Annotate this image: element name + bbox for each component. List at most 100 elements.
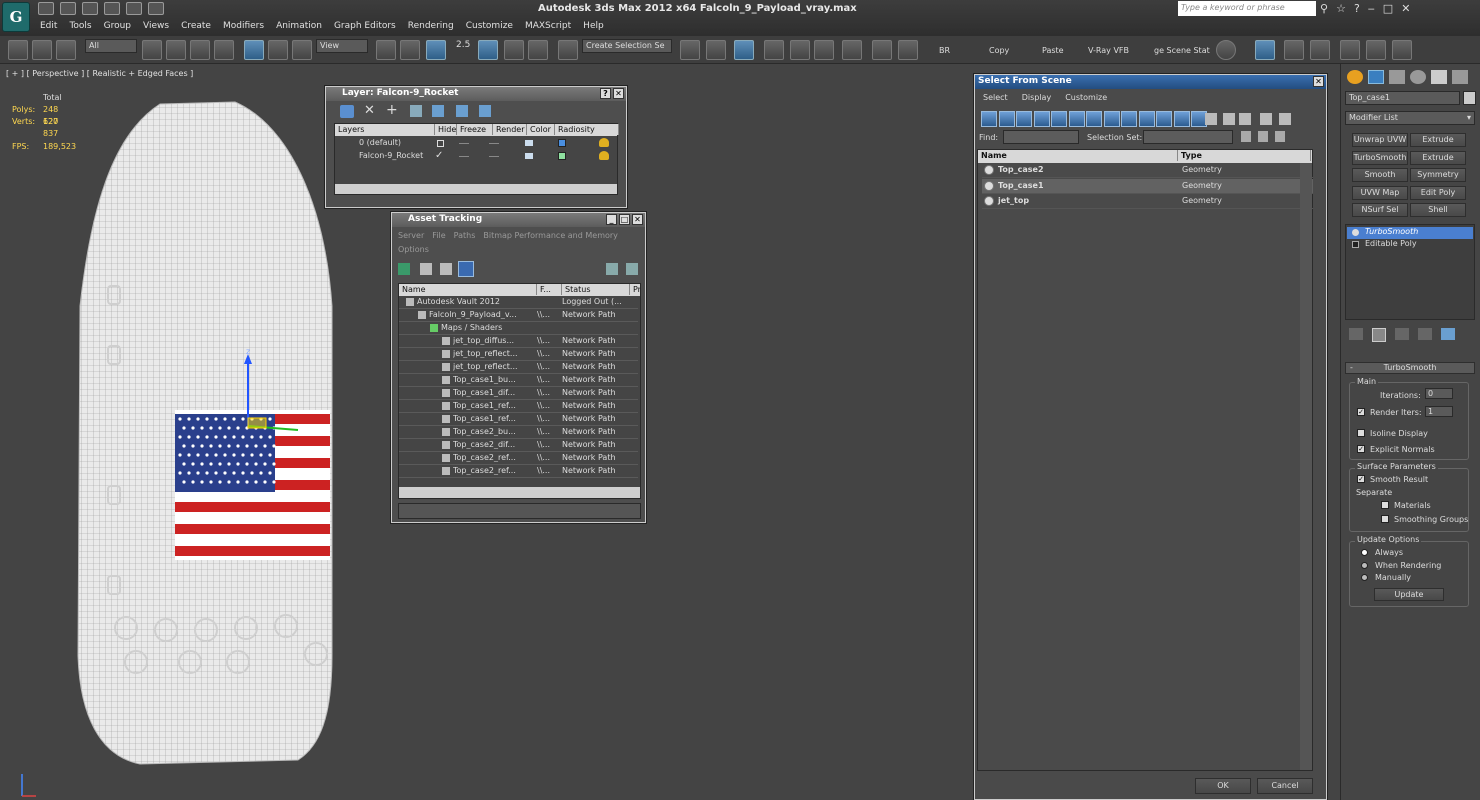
modifier-button-smooth[interactable]: Smooth <box>1352 168 1408 182</box>
asset-row[interactable]: Top_case1_dif... \\... Network Path <box>399 387 638 400</box>
select-from-scene-window[interactable]: Select From Scene ✕ Select Display Customi… <box>974 74 1327 800</box>
sfs-column-type[interactable]: Type <box>1178 150 1311 161</box>
lightbulb-icon[interactable] <box>1352 229 1359 236</box>
sfs-set-icon-1[interactable] <box>1241 131 1251 142</box>
vray-toolbar-icon-1[interactable] <box>1255 40 1275 60</box>
menu-help[interactable]: Help <box>577 19 610 31</box>
materials-checkbox[interactable] <box>1381 501 1389 509</box>
motion-tab-icon[interactable] <box>1410 70 1426 84</box>
graphite-ribbon-icon[interactable] <box>764 40 784 60</box>
undo-icon[interactable] <box>104 2 120 15</box>
sfs-object-row[interactable]: Top_case2 Geometry <box>982 163 1313 178</box>
toolbar-label-vray-vfb[interactable]: V-Ray VFB <box>1088 46 1129 55</box>
viewport-label[interactable]: [ + ] [ Perspective ] [ Realistic + Edge… <box>6 69 193 78</box>
asset-row[interactable]: Top_case2_bu... \\... Network Path <box>399 426 638 439</box>
modifier-list-dropdown[interactable]: Modifier List ▾ <box>1345 111 1475 125</box>
layer-color-swatch[interactable] <box>558 139 566 147</box>
asset-tracking-window[interactable]: Asset Tracking _ □ ✕ Server File Paths Bitmap… <box>391 212 646 523</box>
minimize-icon[interactable]: ‒ <box>1368 2 1375 15</box>
modifier-stack-item[interactable]: Editable Poly <box>1347 239 1473 251</box>
asset-row[interactable]: Top_case1_ref... \\... Network Path <box>399 413 638 426</box>
modifier-stack-item[interactable]: TurboSmooth <box>1347 227 1473 239</box>
sfs-filter-icon-2[interactable] <box>998 111 1015 127</box>
sfs-menu-customize[interactable]: Customize <box>1065 93 1107 102</box>
vray-toolbar-icon-4[interactable] <box>1340 40 1360 60</box>
modifier-button-unwrap-uvw[interactable]: Unwrap UVW <box>1352 133 1408 147</box>
align-icon[interactable] <box>706 40 726 60</box>
make-unique-icon[interactable] <box>1395 328 1409 340</box>
asset-row[interactable]: Autodesk Vault 2012 Logged Out (... <box>399 296 638 309</box>
pivot-center-icon[interactable] <box>376 40 396 60</box>
sfs-menu-display[interactable]: Display <box>1022 93 1052 102</box>
sfs-filter-icon-5[interactable] <box>1051 111 1067 127</box>
rotate-icon[interactable] <box>268 40 288 60</box>
sfs-titlebar[interactable]: Select From Scene ✕ <box>975 75 1326 89</box>
show-end-result-icon[interactable] <box>1372 328 1386 342</box>
layer-column-radiosity[interactable]: Radiosity <box>555 124 619 135</box>
modifier-button-nsurf-sel[interactable]: NSurf Sel <box>1352 203 1408 217</box>
save-file-icon[interactable] <box>82 2 98 15</box>
layer-radiosity-icon[interactable] <box>599 138 609 147</box>
hide-all-layers-icon[interactable] <box>456 105 468 117</box>
layer-freeze-toggle[interactable] <box>489 143 499 144</box>
rollout-collapse-icon[interactable]: - <box>1350 363 1353 372</box>
new-file-icon[interactable] <box>38 2 54 15</box>
list-view-icon[interactable] <box>420 263 432 275</box>
window-crossing-icon[interactable] <box>214 40 234 60</box>
sfs-column-name[interactable]: Name <box>978 150 1178 161</box>
vray-toolbar-icon-2[interactable] <box>1284 40 1304 60</box>
smooth-result-checkbox[interactable]: ✓ <box>1357 475 1365 483</box>
layer-horizontal-scrollbar[interactable] <box>335 184 617 194</box>
update-button[interactable]: Update <box>1374 588 1444 601</box>
layer-row[interactable]: 0 (default) <box>345 138 615 150</box>
render-teapot-icon[interactable] <box>898 40 918 60</box>
keyboard-shortcut-icon[interactable] <box>426 40 446 60</box>
sfs-set-icon-3[interactable] <box>1275 131 1285 142</box>
bind-spacewarp-icon[interactable] <box>56 40 76 60</box>
menu-create[interactable]: Create <box>175 19 217 31</box>
move-icon[interactable] <box>244 40 264 60</box>
layer-window-titlebar[interactable]: Layer: Falcon-9_Rocket ? ✕ <box>326 87 626 101</box>
menu-views[interactable]: Views <box>137 19 175 31</box>
asset-row[interactable]: jet_top_reflect... \\... Network Path <box>399 348 638 361</box>
asset-menu-bitmap[interactable]: Bitmap Performance and Memory <box>483 231 618 240</box>
sfs-tool-icon-4[interactable] <box>1260 113 1272 125</box>
select-manipulate-icon[interactable] <box>400 40 420 60</box>
iterations-spinner[interactable]: 0 <box>1425 388 1453 399</box>
modifier-button-symmetry[interactable]: Symmetry <box>1410 168 1466 182</box>
sfs-set-icon-2[interactable] <box>1258 131 1268 142</box>
sfs-tool-icon-2[interactable] <box>1223 113 1235 125</box>
layer-hide-toggle[interactable] <box>459 156 469 157</box>
scale-icon[interactable] <box>292 40 312 60</box>
hierarchy-tab-icon[interactable] <box>1389 70 1405 84</box>
toolbar-label-copy[interactable]: Copy <box>989 46 1009 55</box>
render-setup-icon[interactable] <box>872 40 892 60</box>
menu-group[interactable]: Group <box>98 19 137 31</box>
sfs-filter-icon-4[interactable] <box>1033 111 1050 127</box>
vray-toolbar-icon-3[interactable] <box>1310 40 1330 60</box>
maximize-icon[interactable]: □ <box>619 214 630 225</box>
asset-window-titlebar[interactable]: Asset Tracking _ □ ✕ <box>392 213 645 227</box>
menu-edit[interactable]: Edit <box>34 19 63 31</box>
spinner-snap-icon[interactable] <box>528 40 548 60</box>
object-color-swatch[interactable] <box>1463 91 1476 105</box>
sfs-filter-icon-9[interactable] <box>1121 111 1137 127</box>
layer-radiosity-icon[interactable] <box>599 151 609 160</box>
mirror-icon[interactable] <box>680 40 700 60</box>
toolbar-label-scene-stat[interactable]: ge Scene Stat <box>1154 46 1210 55</box>
close-icon[interactable]: ✕ <box>613 88 624 99</box>
asset-row[interactable]: jet_top_reflect... \\... Network Path <box>399 361 638 374</box>
sfs-filter-icon-12[interactable] <box>1173 111 1190 127</box>
menu-customize[interactable]: Customize <box>460 19 519 31</box>
vray-logo-icon[interactable] <box>1216 40 1236 60</box>
layer-column-hide[interactable]: Hide <box>435 124 457 135</box>
app-logo-icon[interactable]: G <box>2 2 30 32</box>
asset-menu-file[interactable]: File <box>432 231 445 240</box>
sfs-tool-icon-5[interactable] <box>1279 113 1291 125</box>
curve-editor-icon[interactable] <box>790 40 810 60</box>
add-to-layer-icon[interactable]: + <box>386 102 398 118</box>
freeze-all-layers-icon[interactable] <box>479 105 491 117</box>
menu-tools[interactable]: Tools <box>63 19 97 31</box>
render-iters-spinner[interactable]: 1 <box>1425 406 1453 417</box>
sfs-filter-icon-7[interactable] <box>1086 111 1102 127</box>
